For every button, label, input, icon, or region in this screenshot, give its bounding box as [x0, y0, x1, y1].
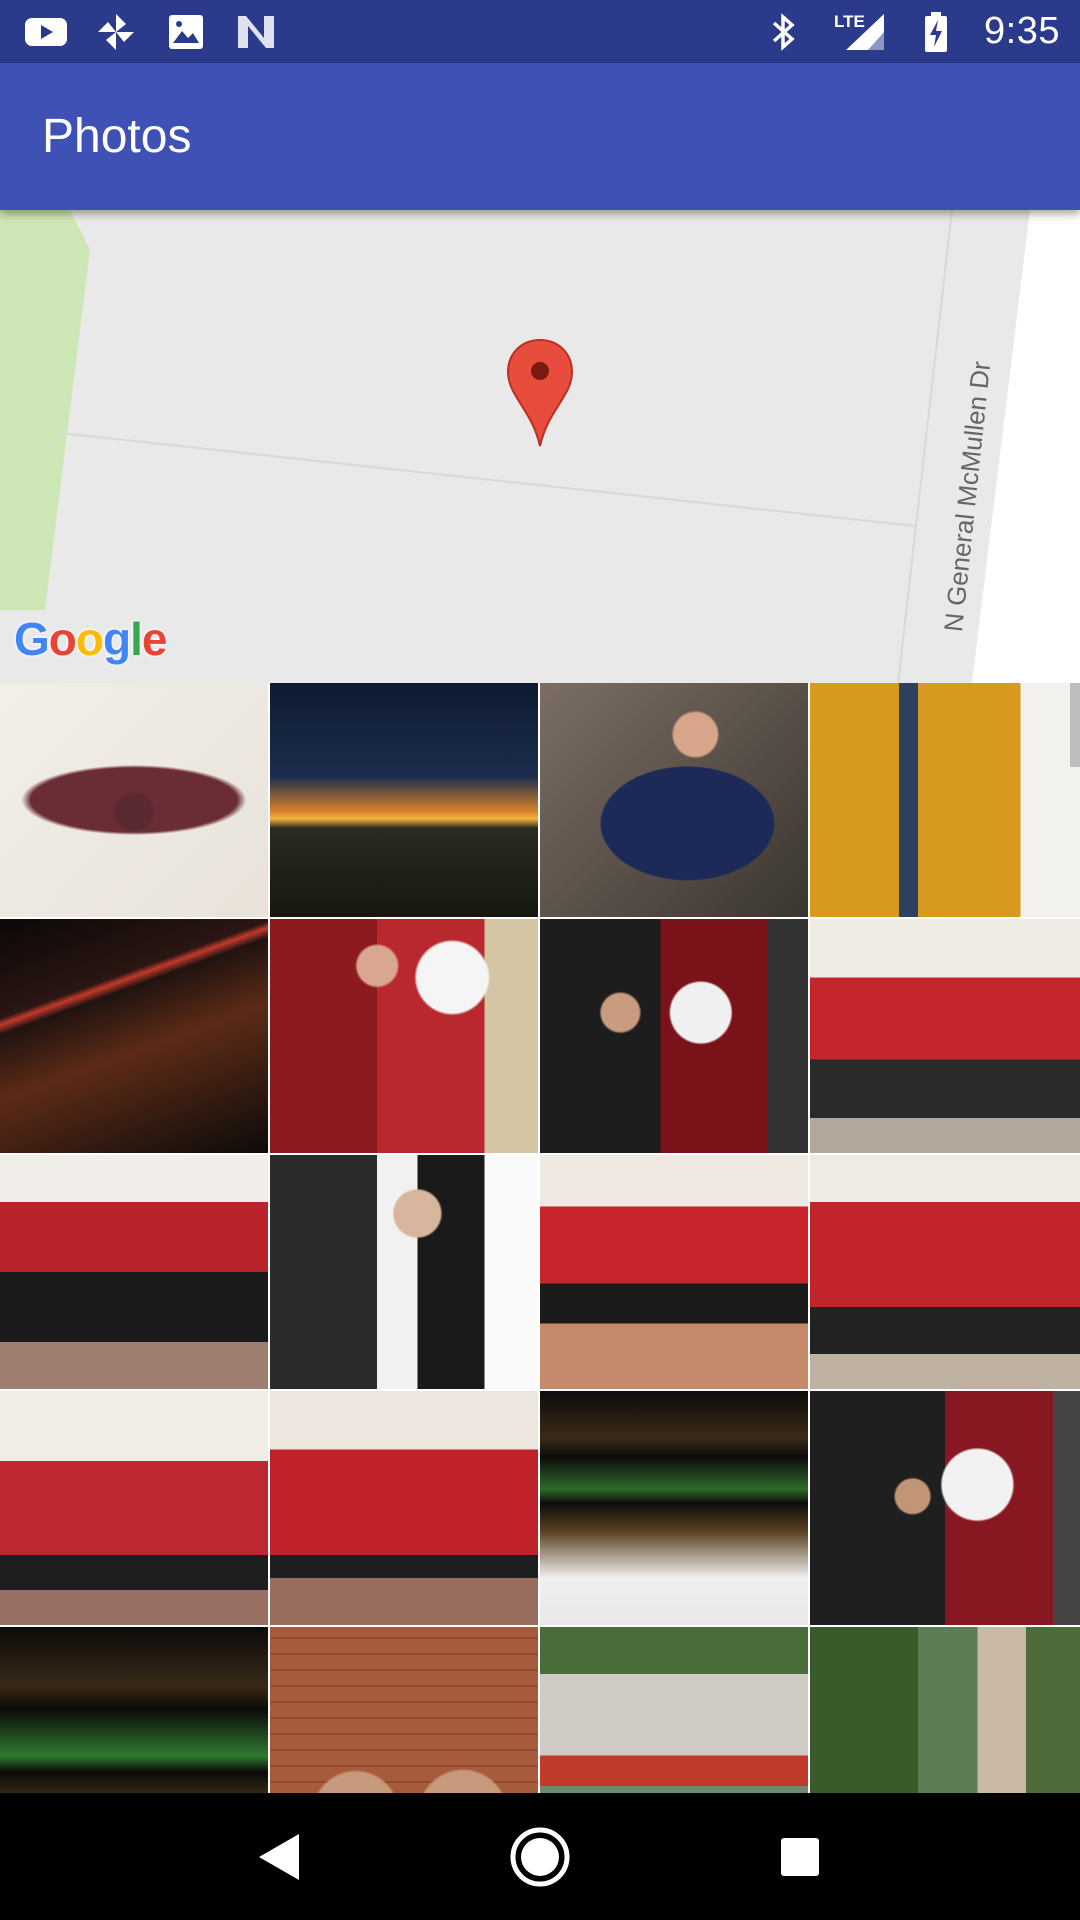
back-button[interactable] — [235, 1812, 325, 1902]
photo-thumbnail-river-walk[interactable] — [810, 1627, 1080, 1793]
status-bar: LTE 9:35 — [0, 0, 1080, 63]
app-bar: Photos — [0, 63, 1080, 210]
photo-thumbnail-choir-at-piano[interactable] — [0, 1155, 268, 1389]
recents-button[interactable] — [755, 1812, 845, 1902]
bluetooth-icon — [762, 12, 806, 52]
photo-thumbnail-pianist[interactable] — [270, 1155, 538, 1389]
battery-charging-icon — [914, 11, 958, 52]
google-logo-letter: o — [75, 613, 104, 665]
photo-thumbnail-child-superman-shirt[interactable] — [540, 683, 808, 917]
image-icon — [164, 12, 208, 52]
park-area — [0, 210, 90, 610]
photo-thumbnail-choir-seated[interactable] — [810, 1155, 1080, 1389]
home-button[interactable] — [495, 1812, 585, 1902]
recents-icon — [781, 1837, 819, 1876]
n-logo-icon — [234, 12, 278, 52]
status-left-icons — [24, 12, 278, 52]
photo-thumbnail-choir-row[interactable] — [540, 1155, 808, 1389]
google-logo-letter: g — [103, 613, 131, 665]
page-title: Photos — [42, 110, 192, 163]
youtube-icon — [24, 12, 68, 52]
photo-thumbnail-church-crucifix[interactable] — [810, 683, 1080, 917]
photo-thumbnail-theater-balconies-2[interactable] — [0, 1627, 268, 1793]
back-icon — [259, 1833, 299, 1880]
google-logo-letter: G — [14, 613, 50, 665]
google-logo-letter: e — [141, 613, 168, 665]
home-icon — [510, 1827, 570, 1886]
map-pin-icon[interactable] — [506, 338, 574, 448]
lte-label: LTE — [834, 11, 865, 31]
scrollbar[interactable] — [1070, 683, 1080, 767]
photo-thumbnail-choir-crowd[interactable] — [0, 1391, 268, 1625]
photo-thumbnail-choir-red-shirts[interactable] — [810, 919, 1080, 1153]
photo-thumbnail-rosary-bracelet[interactable] — [0, 683, 268, 917]
status-right-icons: LTE 9:35 — [762, 10, 1060, 53]
photo-thumbnail-river-bridge-boat[interactable] — [540, 1627, 808, 1793]
clock: 9:35 — [984, 10, 1060, 52]
photo-thumbnail-choir-standing[interactable] — [270, 1391, 538, 1625]
photo-thumbnail-man-with-santa-2[interactable] — [810, 1391, 1080, 1625]
photo-thumbnail-man-with-santa[interactable] — [540, 919, 808, 1153]
map-view[interactable]: N General McMullen Dr Google — [0, 210, 1080, 683]
navigation-bar — [0, 1793, 1080, 1920]
pinwheel-icon — [94, 12, 138, 52]
lte-signal-icon: LTE — [832, 12, 888, 52]
photo-grid[interactable] — [0, 683, 1080, 1793]
google-logo-letter: o — [48, 613, 77, 665]
photo-thumbnail-theater-balconies[interactable] — [540, 1391, 808, 1625]
photo-thumbnail-selfie-two-men[interactable] — [270, 1627, 538, 1793]
photo-thumbnail-woman-with-santa[interactable] — [270, 919, 538, 1153]
google-logo: Google — [14, 612, 168, 666]
google-logo-letter: l — [130, 613, 143, 665]
photo-thumbnail-city-night-lights[interactable] — [0, 919, 268, 1153]
photo-thumbnail-sunset-cityscape[interactable] — [270, 683, 538, 917]
